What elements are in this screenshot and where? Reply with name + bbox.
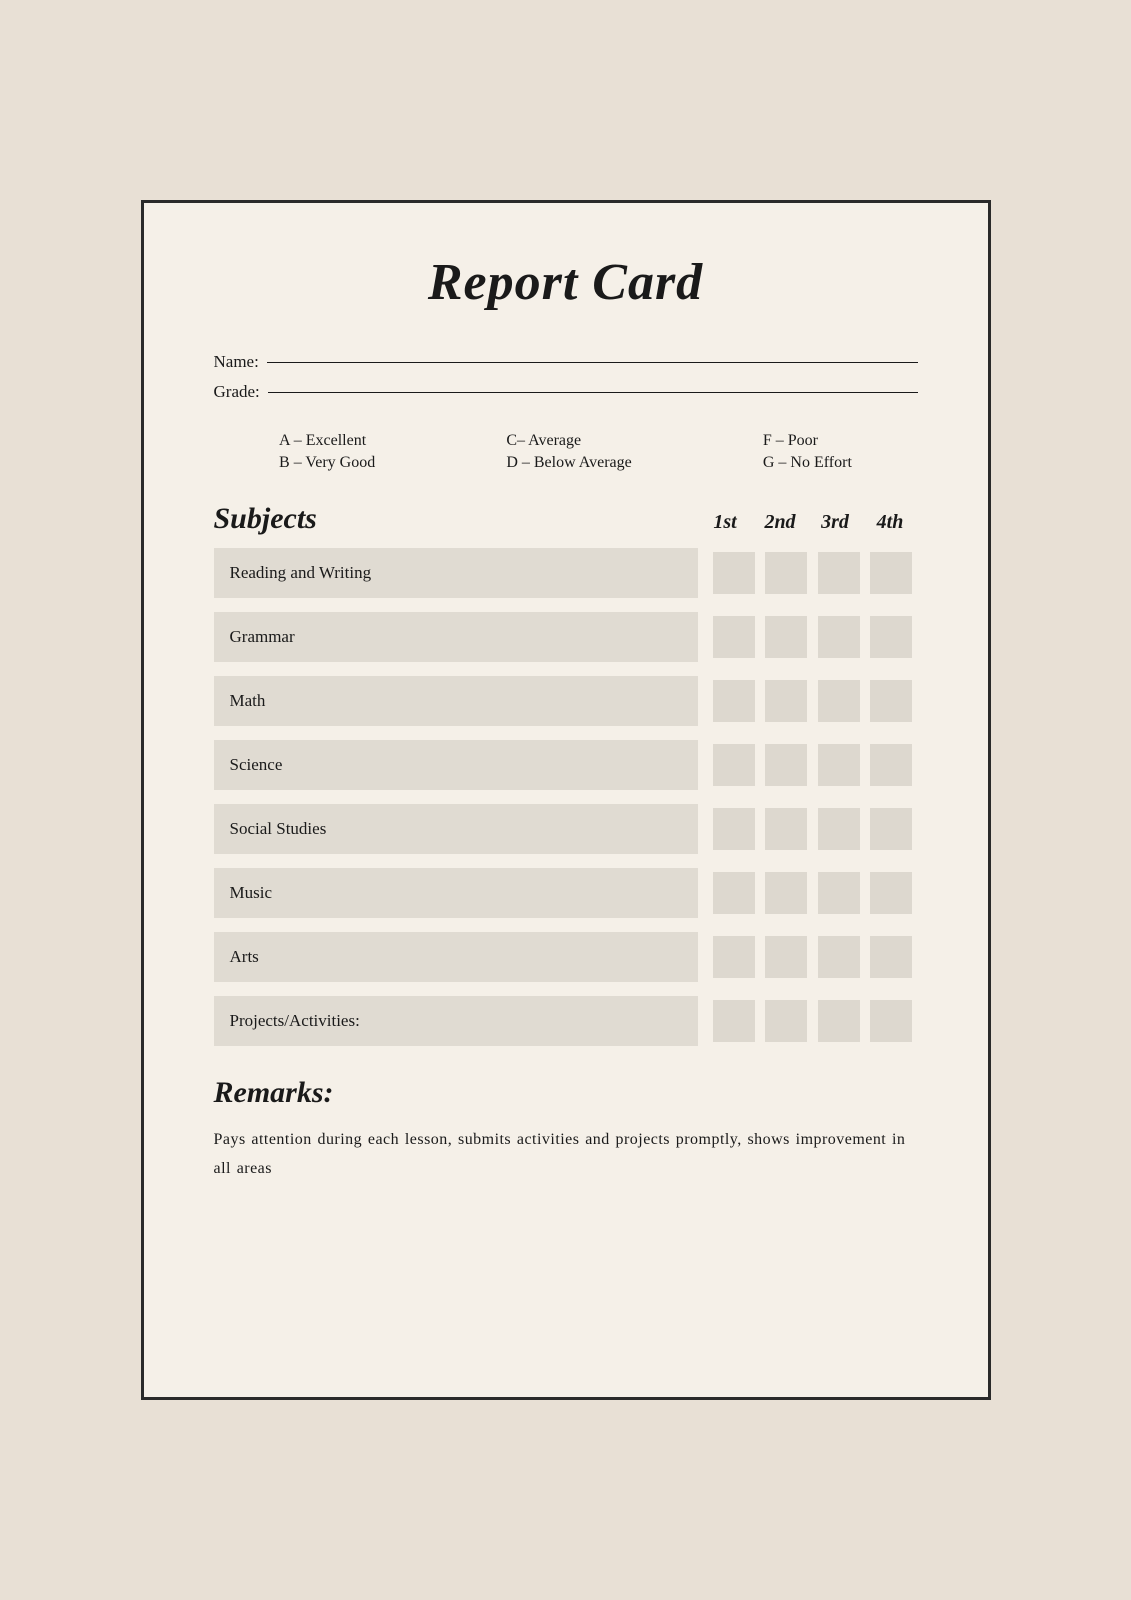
grade-box-q2[interactable] — [765, 552, 807, 594]
grade-box-q3[interactable] — [818, 680, 860, 722]
table-row: Reading and Writing — [214, 548, 918, 598]
subject-name: Projects/Activities: — [214, 996, 698, 1046]
page-title: Report Card — [214, 253, 918, 312]
grade-boxes — [698, 1000, 918, 1042]
subject-name: Reading and Writing — [214, 548, 698, 598]
grade-box-q1[interactable] — [713, 936, 755, 978]
grade-box-q4[interactable] — [870, 872, 912, 914]
subject-name: Math — [214, 676, 698, 726]
table-row: Science — [214, 740, 918, 790]
grade-box-q4[interactable] — [870, 1000, 912, 1042]
grade-box-q4[interactable] — [870, 616, 912, 658]
remarks-title: Remarks: — [214, 1076, 918, 1110]
grade-box-q2[interactable] — [765, 936, 807, 978]
legend-col-1: A – Excellent B – Very Good — [279, 432, 375, 472]
grade-box-q4[interactable] — [870, 808, 912, 850]
legend-col-3: F – Poor G – No Effort — [763, 432, 852, 472]
subject-name: Music — [214, 868, 698, 918]
grade-box-q3[interactable] — [818, 616, 860, 658]
quarter-2-label: 2nd — [756, 511, 804, 534]
grade-label: Grade: — [214, 382, 260, 402]
subject-name: Grammar — [214, 612, 698, 662]
subjects-header: Subjects 1st 2nd 3rd 4th — [214, 502, 918, 536]
subject-name: Science — [214, 740, 698, 790]
grade-boxes — [698, 616, 918, 658]
grade-box-q2[interactable] — [765, 872, 807, 914]
grade-box-q2[interactable] — [765, 744, 807, 786]
grade-box-q1[interactable] — [713, 872, 755, 914]
grade-box-q4[interactable] — [870, 552, 912, 594]
subject-name: Social Studies — [214, 804, 698, 854]
grade-box-q1[interactable] — [713, 680, 755, 722]
name-underline — [267, 362, 918, 363]
legend-col-2: C– Average D – Below Average — [506, 432, 631, 472]
legend-item-g: G – No Effort — [763, 454, 852, 472]
grade-box-q3[interactable] — [818, 552, 860, 594]
grade-box-q4[interactable] — [870, 936, 912, 978]
grade-box-q1[interactable] — [713, 616, 755, 658]
report-card-page: Report Card Name: Grade: A – Excellent B… — [141, 200, 991, 1400]
legend-item-d: D – Below Average — [506, 454, 631, 472]
grade-box-q4[interactable] — [870, 680, 912, 722]
legend-item-a: A – Excellent — [279, 432, 366, 450]
subjects-title: Subjects — [214, 502, 698, 536]
grade-underline — [268, 392, 918, 393]
grade-box-q2[interactable] — [765, 616, 807, 658]
legend-section: A – Excellent B – Very Good C– Average D… — [214, 432, 918, 472]
table-row: Music — [214, 868, 918, 918]
table-row: Projects/Activities: — [214, 996, 918, 1046]
grade-box-q1[interactable] — [713, 1000, 755, 1042]
grade-box-q1[interactable] — [713, 744, 755, 786]
grade-box-q4[interactable] — [870, 744, 912, 786]
subjects-list: Reading and Writing Grammar Math Science Soc… — [214, 548, 918, 1046]
grade-box-q3[interactable] — [818, 744, 860, 786]
table-row: Social Studies — [214, 804, 918, 854]
grade-boxes — [698, 680, 918, 722]
grade-box-q3[interactable] — [818, 936, 860, 978]
grade-boxes — [698, 808, 918, 850]
grade-box-q3[interactable] — [818, 808, 860, 850]
quarter-3-label: 3rd — [811, 511, 859, 534]
table-row: Math — [214, 676, 918, 726]
grade-box-q2[interactable] — [765, 808, 807, 850]
quarter-4-label: 4th — [866, 511, 914, 534]
grade-box-q3[interactable] — [818, 872, 860, 914]
name-label: Name: — [214, 352, 259, 372]
grade-field-row: Grade: — [214, 382, 918, 402]
name-field-row: Name: — [214, 352, 918, 372]
legend-item-b: B – Very Good — [279, 454, 375, 472]
grade-boxes — [698, 872, 918, 914]
grade-boxes — [698, 744, 918, 786]
table-row: Arts — [214, 932, 918, 982]
quarters-header: 1st 2nd 3rd 4th — [698, 511, 918, 534]
grade-box-q1[interactable] — [713, 808, 755, 850]
quarter-1-label: 1st — [701, 511, 749, 534]
grade-box-q2[interactable] — [765, 1000, 807, 1042]
grade-box-q1[interactable] — [713, 552, 755, 594]
grade-box-q2[interactable] — [765, 680, 807, 722]
remarks-text: Pays attention during each lesson, submi… — [214, 1126, 918, 1184]
table-row: Grammar — [214, 612, 918, 662]
subject-name: Arts — [214, 932, 698, 982]
legend-item-c: C– Average — [506, 432, 581, 450]
legend-item-f: F – Poor — [763, 432, 818, 450]
grade-box-q3[interactable] — [818, 1000, 860, 1042]
grade-boxes — [698, 936, 918, 978]
grade-boxes — [698, 552, 918, 594]
